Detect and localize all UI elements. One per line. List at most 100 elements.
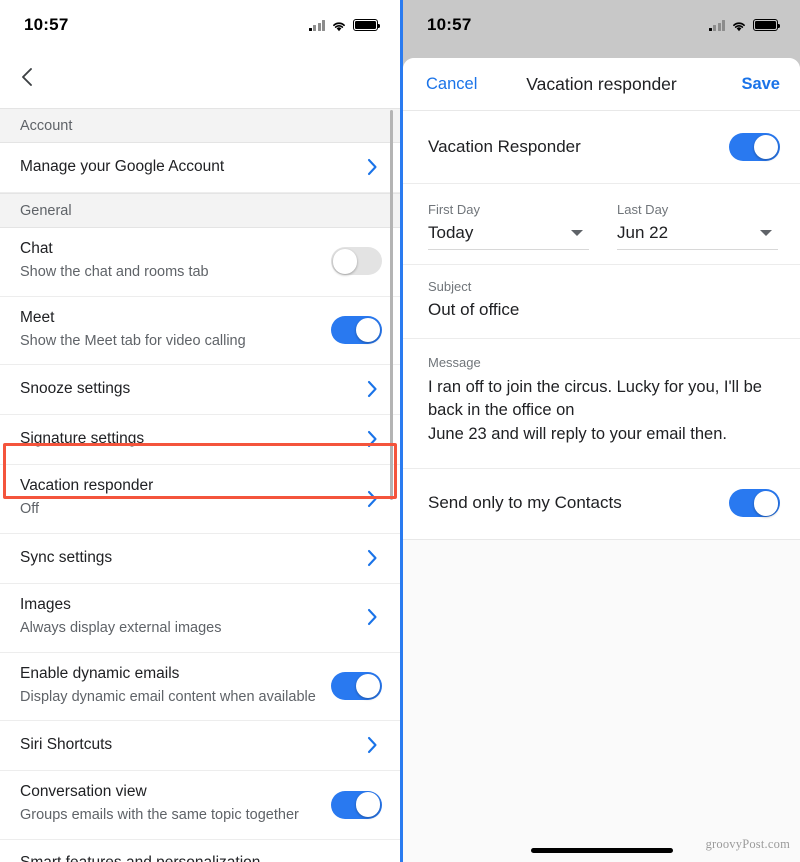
message-label: Message [428,355,481,370]
message-block: Message I ran off to join the circus. Lu… [403,339,800,470]
toggle-knob [355,673,381,699]
row-title: Sync settings [20,548,113,566]
toggle-chat[interactable] [331,247,382,276]
toggle-send-only-contacts[interactable] [729,489,780,518]
last-day-select[interactable]: Jun 22 [617,223,778,250]
row-subtitle: Always display external images [20,619,222,636]
status-bar-left: 10:57 [0,0,400,46]
row-title: Smart features and personalization [20,853,321,862]
message-input[interactable]: I ran off to join the circus. Lucky for … [428,376,775,446]
row-texts: Snooze settings [20,379,367,400]
cancel-button[interactable]: Cancel [426,75,477,94]
first-day-label: First Day [428,202,480,217]
settings-row-conversation-view[interactable]: Conversation view Groups emails with the… [0,771,400,841]
vertical-scrollbar[interactable] [389,110,393,500]
settings-row-signature-settings[interactable]: Signature settings [0,415,400,466]
settings-row-manage-google-account[interactable]: Manage your Google Account [0,143,400,193]
status-icons [308,15,381,32]
row-subtitle: Display dynamic email content when avail… [20,688,316,705]
toggle-knob [332,248,358,274]
back-icon[interactable] [16,65,40,89]
vacation-responder-label: Vacation Responder [428,137,581,156]
home-indicator [530,847,673,853]
settings-row-vacation-responder[interactable]: Vacation responder Off [0,465,400,535]
battery-icon [753,19,781,31]
row-texts: Vacation responder Off [20,476,367,521]
section-header-account: Account [0,108,400,143]
settings-row-snooze-settings[interactable]: Snooze settings [0,365,400,416]
row-title: Siri Shortcuts [20,735,113,753]
chevron-right-icon [367,158,378,176]
chevron-right-icon [367,736,378,754]
settings-row-sync-settings[interactable]: Sync settings [0,534,400,585]
subject-block: Subject Out of office [403,265,800,339]
signal-bars-icon [308,19,325,31]
screenshot-root: 10:57 Account Manage your Google Account… [0,0,800,862]
sheet-body: Vacation Responder First Day Today Last … [403,111,800,541]
wifi-icon [731,19,747,32]
status-time: 10:57 [24,15,69,34]
chevron-right-icon [367,490,378,508]
toggle-meet[interactable] [331,316,382,344]
back-nav-bar [0,46,400,108]
vacation-responder-sheet: Cancel Vacation responder Save Vacation … [403,58,800,862]
toggle-knob [355,792,381,818]
status-bar-right: 10:57 [403,0,800,46]
chevron-down-icon [571,230,583,236]
chevron-right-icon [367,608,378,626]
row-title: Images [20,596,71,614]
chevron-right-icon [367,430,378,448]
subject-input[interactable]: Out of office [428,300,775,320]
chevron-down-icon [760,230,772,236]
row-texts: Enable dynamic emails Display dynamic em… [20,664,331,709]
status-time: 10:57 [427,15,472,34]
row-title: Chat [20,240,53,257]
watermark: groovyPost.com [705,837,790,851]
settings-row-meet[interactable]: Meet Show the Meet tab for video calling [0,296,400,366]
settings-row-smart-features[interactable]: Smart features and personalization Gmail… [0,840,400,862]
first-day-value: Today [428,223,474,242]
left-phone-panel: 10:57 Account Manage your Google Account… [0,0,400,862]
row-texts: Manage your Google Account [20,157,367,178]
row-title: Manage your Google Account [20,157,225,175]
row-title: Vacation responder [20,477,154,495]
toggle-conversation-view[interactable] [331,790,382,819]
send-only-contacts-label: Send only to my Contacts [428,493,622,513]
first-day-select[interactable]: Today [428,223,589,250]
row-subtitle: Groups emails with the same topic togeth… [20,807,299,824]
sheet-nav-bar: Cancel Vacation responder Save [403,58,800,111]
toggle-enable-dynamic-emails[interactable] [331,672,382,701]
settings-row-chat[interactable]: Chat Show the chat and rooms tab [0,228,400,297]
toggle-knob [753,490,779,516]
dates-row: First Day Today Last Day Jun 22 [403,184,800,265]
row-texts: Signature settings [20,429,367,450]
row-subtitle: Off [20,501,40,518]
last-day-label: Last Day [617,202,669,217]
row-texts: Conversation view Groups emails with the… [20,782,331,827]
row-title: Conversation view [20,783,147,801]
toggle-vacation-responder[interactable] [729,133,780,161]
row-texts: Meet Show the Meet tab for video calling [20,308,331,353]
send-only-contacts-row[interactable]: Send only to my Contacts [403,469,800,541]
save-button[interactable]: Save [741,75,780,94]
wifi-icon [331,19,347,32]
chevron-right-icon [367,549,378,567]
row-texts: Images Always display external images [20,595,367,640]
toggle-knob [355,317,381,343]
row-title: Snooze settings [20,379,131,397]
row-texts: Smart features and personalization Gmail… [20,853,331,862]
last-day-field: Last Day Jun 22 [617,202,778,250]
settings-row-siri-shortcuts[interactable]: Siri Shortcuts [0,721,400,772]
settings-row-images[interactable]: Images Always display external images [0,584,400,653]
settings-row-enable-dynamic-emails[interactable]: Enable dynamic emails Display dynamic em… [0,652,400,722]
row-texts: Siri Shortcuts [20,735,367,756]
first-day-field: First Day Today [428,202,589,250]
row-subtitle: Show the Meet tab for video calling [20,332,246,349]
vacation-responder-toggle-row[interactable]: Vacation Responder [403,111,800,184]
row-subtitle: Show the chat and rooms tab [20,263,209,280]
row-texts: Chat Show the chat and rooms tab [20,239,331,284]
subject-label: Subject [428,279,472,294]
right-phone-panel: 10:57 Cancel Vacation responder Save Vac… [400,0,800,862]
chevron-right-icon [367,380,378,398]
battery-icon [353,19,381,31]
